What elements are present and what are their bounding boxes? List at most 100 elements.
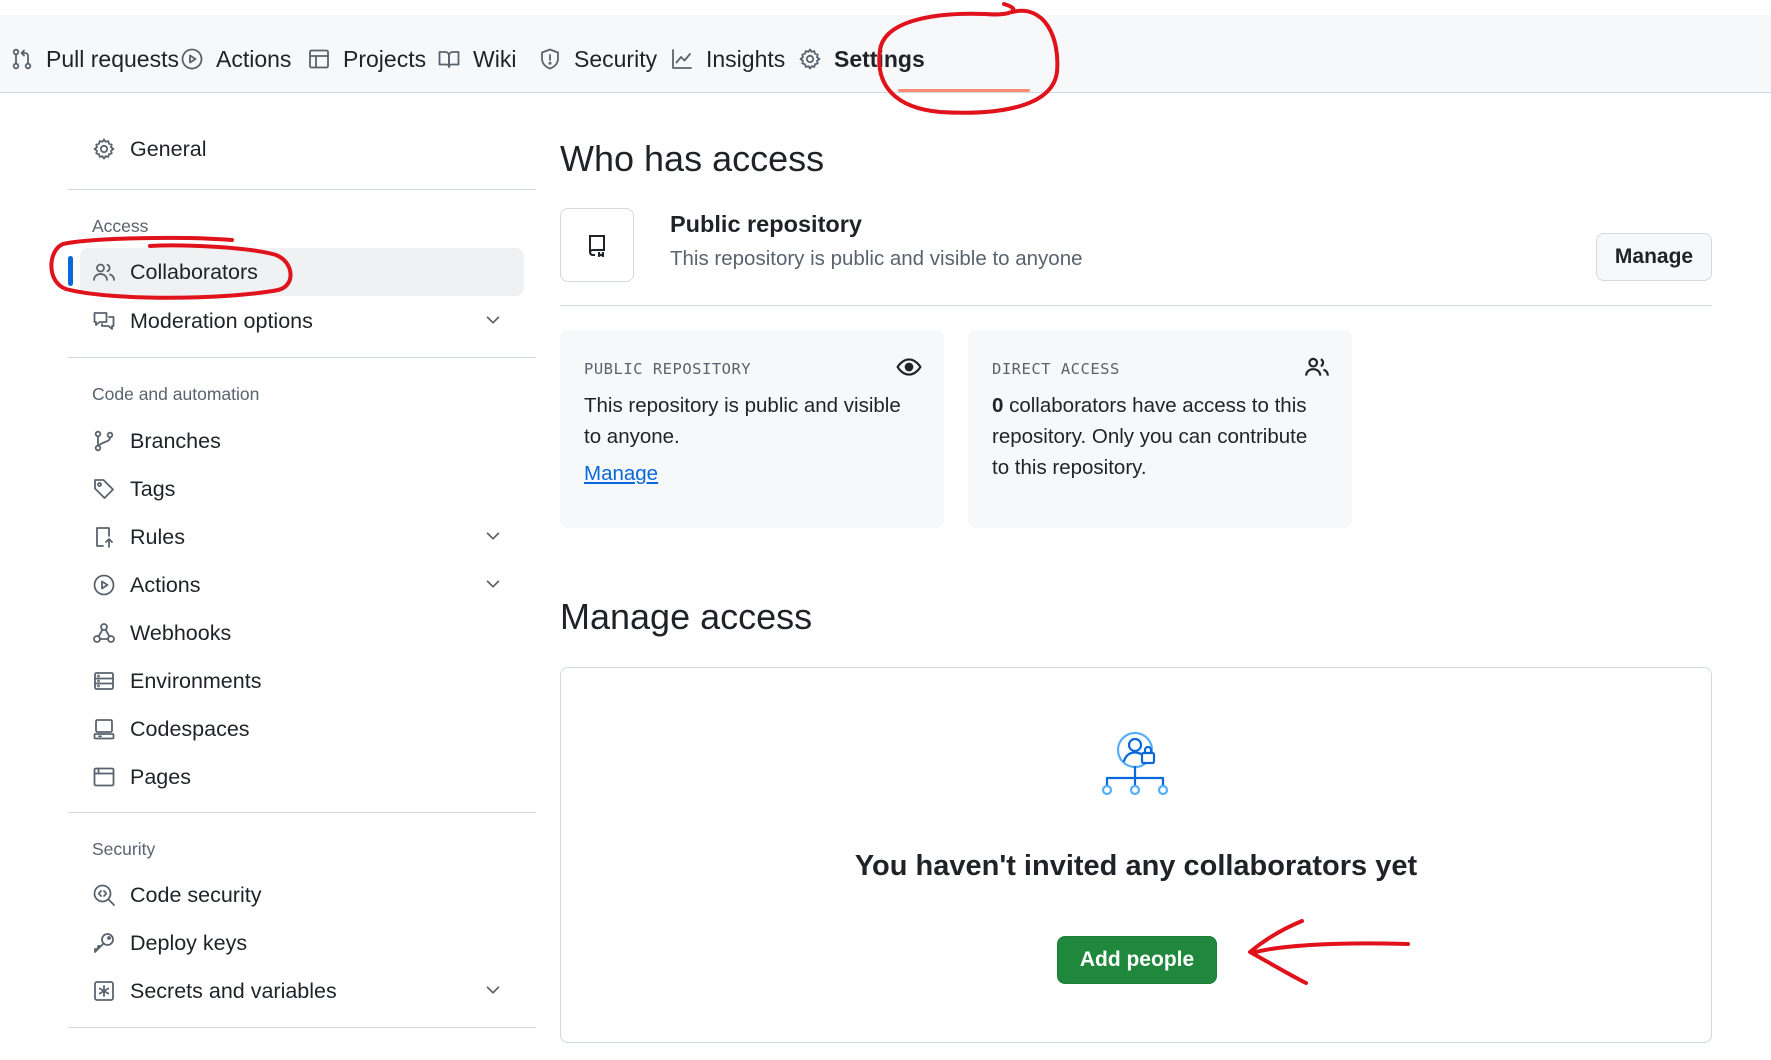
sidebar-item-pages[interactable]: Pages [68, 753, 524, 801]
section-title-security: Security [92, 839, 156, 859]
tab-label: Wiki [473, 45, 517, 72]
card-body: 0 collaborators have access to this repo… [992, 390, 1328, 483]
play-icon [181, 48, 203, 70]
sidebar-item-webhooks[interactable]: Webhooks [68, 609, 524, 657]
sidebar-item-label: Codespaces [130, 716, 250, 741]
gear-icon [93, 138, 115, 160]
sidebar-item-branches[interactable]: Branches [68, 417, 524, 465]
people-icon [1305, 357, 1329, 376]
sidebar-item-label: Code security [130, 882, 262, 907]
sidebar-divider [68, 1027, 536, 1028]
sidebar-item-general[interactable]: General [68, 125, 524, 173]
sidebar-item-tags[interactable]: Tags [68, 465, 524, 513]
gear-icon [799, 48, 821, 70]
tag-icon [94, 479, 114, 499]
chevron-down-icon [486, 580, 500, 588]
sidebar-divider [68, 812, 536, 813]
codespaces-icon [93, 719, 115, 740]
people-icon [93, 263, 115, 281]
pull-request-icon [12, 48, 32, 70]
card-label: DIRECT ACCESS [992, 360, 1120, 378]
repo-icon-box [560, 208, 634, 282]
sidebar-divider [68, 357, 536, 358]
shield-icon [541, 48, 559, 70]
eye-icon [896, 358, 922, 376]
tab-label: Settings [834, 45, 925, 72]
server-icon [94, 672, 114, 690]
selected-indicator [68, 256, 73, 286]
tab-pull-requests[interactable]: Pull requests [10, 42, 179, 76]
sidebar-item-label: Actions [130, 572, 201, 597]
section-divider [560, 305, 1712, 306]
repo-nav-bar: Pull requests Actions Projects Wiki Secu… [0, 0, 1771, 93]
tab-label: Projects [343, 45, 427, 72]
tab-actions[interactable]: Actions [180, 42, 291, 76]
sidebar-item-label: Moderation options [130, 308, 313, 333]
chevron-down-icon [486, 986, 500, 994]
sidebar-item-label: Tags [130, 476, 176, 501]
sidebar-item-deploy-keys[interactable]: Deploy keys [68, 919, 524, 967]
collaborators-lock-icon [1101, 731, 1169, 796]
manage-link[interactable]: Manage [584, 462, 658, 486]
public-repository-card: PUBLIC REPOSITORY This repository is pub… [560, 330, 944, 528]
play-icon [93, 574, 115, 596]
asterisk-box-icon [94, 981, 114, 1001]
sidebar-item-code-security[interactable]: Code security [68, 871, 524, 919]
public-repository-title: Public repository [670, 211, 862, 237]
sidebar-item-secrets[interactable]: Secrets and variables [68, 967, 524, 1015]
sidebar-item-environments[interactable]: Environments [68, 657, 524, 705]
tab-label: Actions [216, 45, 292, 72]
sidebar-item-collaborators[interactable]: Collaborators [80, 248, 524, 296]
card-body: This repository is public and visible to… [584, 394, 901, 448]
key-icon [94, 933, 114, 953]
codescan-icon [93, 884, 115, 906]
direct-access-card: DIRECT ACCESS 0 collaborators have acces… [968, 330, 1352, 528]
comment-discussion-icon [93, 312, 115, 330]
graph-icon [672, 49, 692, 69]
chevron-down-icon [486, 316, 500, 324]
tab-wiki[interactable]: Wiki [437, 42, 516, 76]
sidebar-item-rules[interactable]: Rules [68, 513, 524, 561]
section-title-access: Access [92, 216, 149, 236]
sidebar-item-label: Webhooks [130, 620, 232, 645]
sidebar-item-label: Environments [130, 668, 262, 693]
sidebar-item-label: Deploy keys [130, 930, 248, 955]
repo-push-icon [96, 527, 113, 548]
table-icon [309, 49, 329, 69]
manage-access-heading: Manage access [560, 596, 813, 637]
tab-security[interactable]: Security [538, 42, 657, 76]
collaborator-count: 0 [992, 394, 1004, 417]
sidebar-item-label: Rules [130, 524, 185, 549]
sidebar-item-label: Branches [130, 428, 221, 453]
chevron-down-icon [486, 532, 500, 540]
section-title-code-automation: Code and automation [92, 384, 260, 404]
public-repository-description: This repository is public and visible to… [670, 247, 1083, 270]
active-tab-underline [898, 89, 1030, 92]
tab-insights[interactable]: Insights [670, 42, 785, 76]
webhook-icon [93, 623, 115, 643]
empty-collaborators-box: You haven't invited any collaborators ye… [560, 667, 1712, 1043]
manage-visibility-button[interactable]: Manage [1596, 233, 1712, 281]
add-people-button[interactable]: Add people [1057, 936, 1217, 984]
sidebar-divider [68, 189, 536, 190]
browser-icon [93, 767, 115, 787]
sidebar-item-label: Collaborators [130, 259, 258, 284]
repo-icon [589, 235, 605, 257]
tab-label: Security [574, 45, 658, 72]
tab-label: Insights [706, 45, 786, 72]
sidebar-item-moderation[interactable]: Moderation options [68, 297, 524, 345]
sidebar-item-actions[interactable]: Actions [68, 561, 524, 609]
sidebar-item-label: General [130, 136, 207, 161]
book-icon [438, 51, 460, 68]
card-body-text: collaborators have access to this reposi… [992, 394, 1308, 479]
sidebar-item-codespaces[interactable]: Codespaces [68, 705, 524, 753]
tab-projects[interactable]: Projects [307, 42, 426, 76]
branch-icon [94, 430, 114, 452]
who-has-access-heading: Who has access [560, 138, 825, 179]
tab-settings[interactable]: Settings [798, 42, 925, 76]
sidebar-item-label: Pages [130, 764, 191, 789]
empty-state-title: You haven't invited any collaborators ye… [854, 850, 1418, 882]
tab-label: Pull requests [46, 45, 179, 72]
sidebar-item-label: Secrets and variables [130, 978, 337, 1003]
card-label: PUBLIC REPOSITORY [584, 360, 752, 378]
